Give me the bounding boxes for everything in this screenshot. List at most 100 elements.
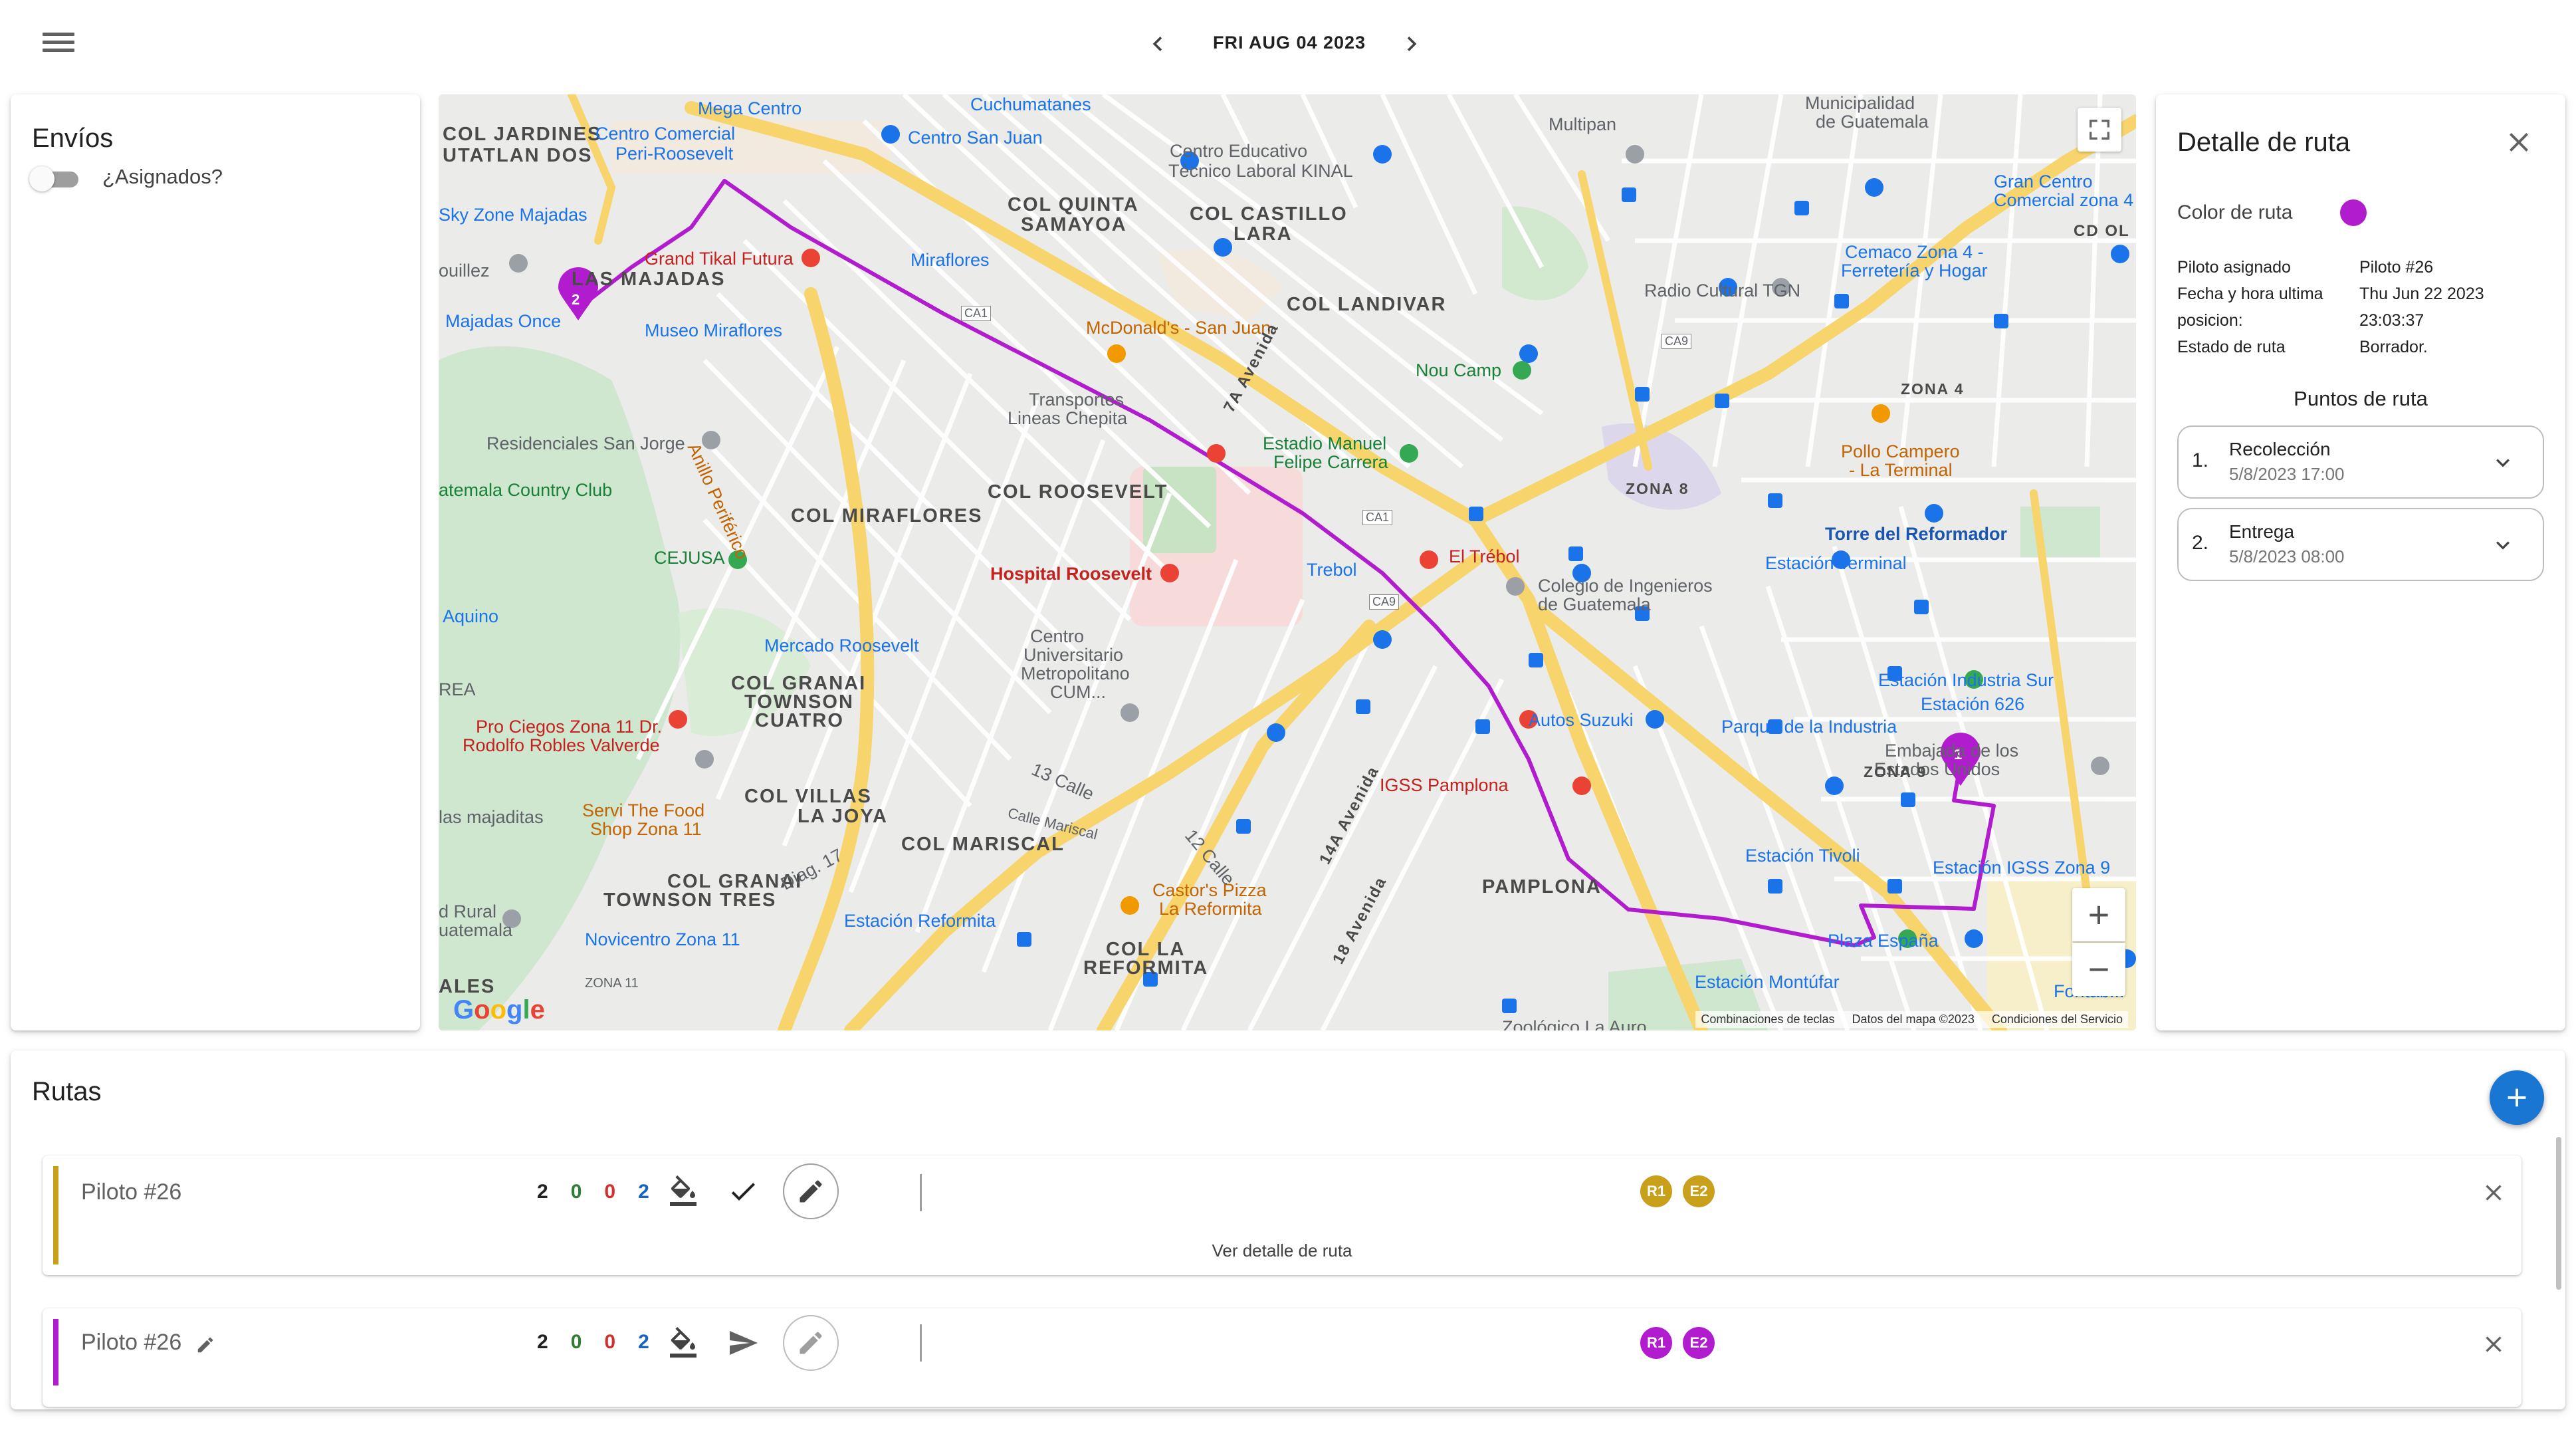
route-point-badge[interactable]: R1 bbox=[1640, 1175, 1672, 1207]
chevron-left-icon[interactable] bbox=[1138, 24, 1178, 64]
route-point-type: Recolección bbox=[2229, 439, 2331, 459]
map-label: Nou Camp bbox=[1416, 360, 1502, 380]
map-label: Multipan bbox=[1549, 114, 1617, 134]
map-label: Estación IGSS Zona 9 bbox=[1933, 858, 2111, 878]
add-icon bbox=[2508, 1088, 2526, 1107]
route-row[interactable]: Piloto #26 2 0 0 2 R1 E2 bbox=[43, 1308, 2522, 1407]
map-label: Trebol bbox=[1307, 560, 1357, 580]
map-label: Museo Miraflores bbox=[645, 320, 783, 340]
map-label: Estación Reformita bbox=[844, 911, 996, 931]
map-label: COL CASTILLO bbox=[1190, 203, 1348, 225]
map-label: Servi The Food bbox=[582, 800, 705, 820]
map-label: Estadio Manuel bbox=[1263, 433, 1387, 453]
route-point-badge[interactable]: R1 bbox=[1640, 1327, 1672, 1359]
edit-route-button[interactable] bbox=[783, 1163, 839, 1219]
route-row[interactable]: Piloto #26 2 0 0 2 R1 E2 Ver detalle de … bbox=[43, 1155, 2522, 1275]
map-label: LARA bbox=[1234, 223, 1293, 245]
map-label: CA1 bbox=[1362, 510, 1393, 525]
map-label: Estación Terminal bbox=[1765, 553, 1907, 573]
zoom-out-button[interactable]: − bbox=[2072, 943, 2125, 996]
route-detail-panel: Detalle de ruta Color de ruta Piloto asi… bbox=[2156, 94, 2565, 1030]
map-label: CA9 bbox=[1662, 334, 1692, 349]
route-color-label: Color de ruta bbox=[2177, 201, 2293, 223]
route-map[interactable]: 2 1 COL JARDINES UTATLAN DOS Mega Centro… bbox=[439, 94, 2136, 1030]
map-label: Grand Tikal Futura bbox=[645, 249, 794, 269]
map-label: Autos Suzuki bbox=[1529, 710, 1634, 730]
check-icon[interactable] bbox=[727, 1175, 759, 1207]
paint-bucket-icon[interactable] bbox=[667, 1175, 699, 1207]
zoom-in-button[interactable]: + bbox=[2072, 888, 2125, 941]
map-footer: Combinaciones de teclas Datos del mapa ©… bbox=[1695, 1011, 2128, 1028]
map-label: Embajada de los bbox=[1885, 741, 2019, 761]
route-color-swatch[interactable] bbox=[2340, 199, 2367, 226]
map-label: LA JOYA bbox=[798, 806, 888, 827]
map-label: Residenciales San Jorge bbox=[486, 433, 685, 453]
map-shortcuts-link[interactable]: Combinaciones de teclas bbox=[1701, 1013, 1834, 1026]
map-label: las majaditas bbox=[439, 807, 544, 827]
route-counts: 2 0 0 2 bbox=[537, 1181, 649, 1203]
map-label: Mega Centro bbox=[698, 98, 802, 118]
edit-route-button[interactable] bbox=[783, 1315, 839, 1371]
map-label: COL QUINTA bbox=[1008, 194, 1139, 215]
map-label: - La Terminal bbox=[1849, 460, 1953, 480]
map-label: Gran Centro bbox=[1994, 172, 2093, 191]
chevron-right-icon[interactable] bbox=[1392, 24, 1432, 64]
estado-label: Estado de ruta bbox=[2177, 338, 2286, 356]
map-label: Aquino bbox=[443, 606, 499, 626]
route-point-badge[interactable]: E2 bbox=[1683, 1175, 1715, 1207]
map-label: LAS MAJADAS bbox=[572, 269, 726, 290]
map-label: Estación Tivoli bbox=[1745, 846, 1860, 866]
map-label: ZONA 11 bbox=[585, 976, 639, 991]
map-label: COL ROOSEVELT bbox=[988, 481, 1168, 503]
routes-panel: Rutas Piloto #26 2 0 0 2 R1 E2 Ver detal… bbox=[11, 1050, 2565, 1409]
route-point-number: 2. bbox=[2192, 532, 2209, 554]
map-label: COL LANDIVAR bbox=[1287, 294, 1447, 315]
chevron-down-icon[interactable] bbox=[2490, 532, 2516, 558]
count-pending: 2 bbox=[638, 1331, 649, 1353]
map-terms-link[interactable]: Condiciones del Servicio bbox=[1992, 1013, 2123, 1026]
send-icon[interactable] bbox=[727, 1327, 759, 1359]
map-label: Transportes bbox=[1029, 390, 1125, 410]
close-icon[interactable] bbox=[2480, 1179, 2507, 1206]
route-detail-title: Detalle de ruta bbox=[2177, 128, 2351, 157]
fullscreen-icon[interactable] bbox=[2078, 108, 2121, 152]
map-label: PAMPLONA bbox=[1482, 876, 1602, 898]
map-label: Centro Educativo bbox=[1170, 141, 1308, 161]
map-label: CUATRO bbox=[755, 710, 844, 731]
piloto-value: Piloto #26 bbox=[2359, 258, 2434, 277]
hora-value: 23:03:37 bbox=[2359, 311, 2424, 330]
map-label: Colegio de Ingenieros bbox=[1538, 576, 1713, 596]
route-color-row: Color de ruta bbox=[2177, 199, 2367, 226]
pencil-icon[interactable] bbox=[195, 1335, 215, 1355]
map-label: Centro Comercial bbox=[595, 124, 736, 144]
routes-scrollbar[interactable] bbox=[2556, 1137, 2561, 1290]
count-failed: 0 bbox=[604, 1331, 616, 1353]
map-label: CA1 bbox=[961, 306, 992, 321]
count-done: 0 bbox=[570, 1181, 582, 1203]
add-route-button[interactable] bbox=[2490, 1070, 2544, 1125]
map-label: Miraflores bbox=[911, 250, 990, 270]
route-point-badge[interactable]: E2 bbox=[1683, 1327, 1715, 1359]
route-marker-2-label: 2 bbox=[572, 291, 580, 308]
count-total: 2 bbox=[537, 1331, 548, 1353]
map-label: Municipalidad bbox=[1805, 94, 1915, 113]
map-label: ZONA 4 bbox=[1901, 380, 1965, 398]
map-label: atemala Country Club bbox=[439, 480, 613, 500]
map-label: Comercial zona 4 bbox=[1994, 190, 2134, 210]
fecha-label-cont: posicion: bbox=[2177, 311, 2243, 330]
route-color-bar bbox=[53, 1319, 58, 1385]
asignados-toggle[interactable] bbox=[29, 164, 82, 191]
paint-bucket-icon[interactable] bbox=[667, 1327, 699, 1359]
map-label: CA9 bbox=[1369, 594, 1400, 610]
route-counts: 2 0 0 2 bbox=[537, 1331, 649, 1354]
route-point-item[interactable]: 1. Recolección 5/8/2023 17:00 bbox=[2177, 425, 2544, 499]
chevron-down-icon[interactable] bbox=[2490, 449, 2516, 476]
menu-icon[interactable] bbox=[40, 28, 77, 57]
map-label: Parque de la Industria bbox=[1721, 717, 1897, 737]
ver-detalle-link[interactable]: Ver detalle de ruta bbox=[43, 1241, 2522, 1261]
route-pilot-name: Piloto #26 bbox=[81, 1179, 182, 1205]
close-icon[interactable] bbox=[2480, 1331, 2507, 1358]
map-label: Castor's Pizza bbox=[1152, 880, 1267, 900]
route-point-item[interactable]: 2. Entrega 5/8/2023 08:00 bbox=[2177, 508, 2544, 581]
close-icon[interactable] bbox=[2503, 126, 2535, 158]
